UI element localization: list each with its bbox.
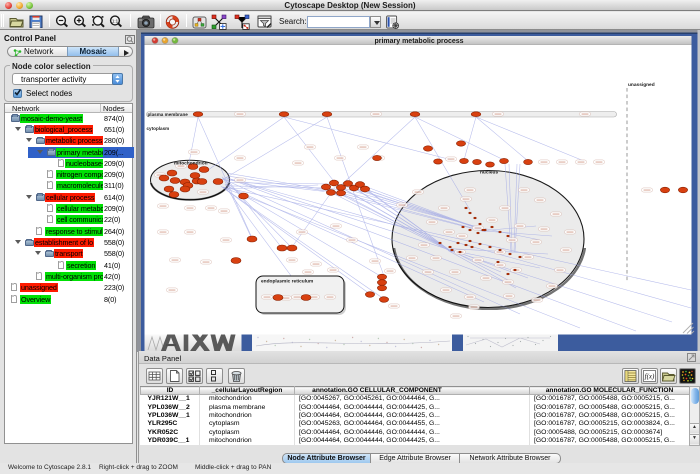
svg-text:1:1: 1:1 — [112, 18, 119, 23]
svg-text:cytoplasm: cytoplasm — [147, 126, 170, 131]
svg-text:mitochondrion: mitochondrion — [174, 161, 208, 167]
svg-text:primary metabolic process: primary metabolic process — [374, 38, 463, 45]
svg-text:unassigned: unassigned — [628, 82, 655, 88]
svg-text:f(x): f(x) — [645, 373, 655, 381]
svg-text:plasma membrane: plasma membrane — [148, 112, 189, 117]
svg-text:nucleus: nucleus — [480, 170, 498, 176]
svg-text:endoplasmic reticulum: endoplasmic reticulum — [261, 279, 313, 285]
